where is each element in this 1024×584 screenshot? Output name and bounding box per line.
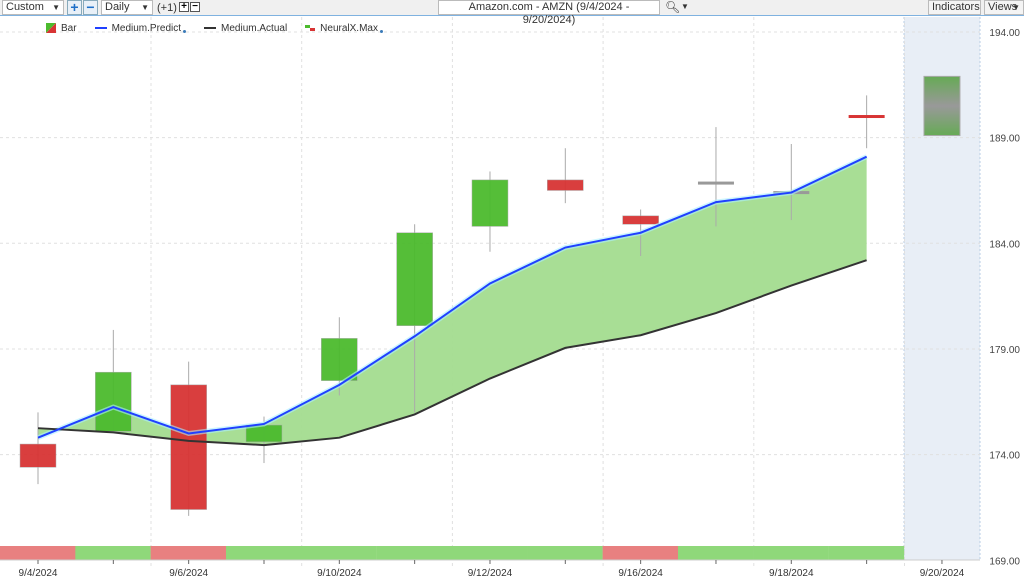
y-tick-label: 174.00 xyxy=(989,451,1020,462)
candle-body xyxy=(622,215,659,225)
candle-body xyxy=(471,179,509,227)
x-tick-label: 9/18/2024 xyxy=(769,568,814,579)
neuralx-strip-cell xyxy=(150,546,227,560)
x-tick-label: 9/12/2024 xyxy=(468,568,513,579)
price-chart[interactable]: 194.00 189.00 184.00 179.00 174.00 169.00 9/4/… xyxy=(0,0,1024,584)
legend-label: Medium.Predict xyxy=(111,22,182,34)
legend-neuralx[interactable]: NeuralX.Max xyxy=(305,23,383,34)
neuralx-strip-cell xyxy=(527,546,603,560)
candle-body xyxy=(697,181,734,185)
y-tick-label: 194.00 xyxy=(989,28,1020,39)
candle-body xyxy=(170,384,207,510)
neuralx-strip-cell xyxy=(0,546,76,560)
legend-actual[interactable]: Medium.Actual xyxy=(204,23,287,34)
x-tick-label: 9/10/2024 xyxy=(317,568,362,579)
candle-body xyxy=(396,232,433,326)
neuralx-strip-cell xyxy=(75,546,151,560)
x-tick-label: 9/20/2024 xyxy=(920,568,965,579)
neuralx-strip-cell xyxy=(451,546,528,560)
legend-bar[interactable]: Bar xyxy=(46,23,77,34)
y-tick-label: 189.00 xyxy=(989,134,1020,145)
candle-body xyxy=(95,371,132,432)
candle-body xyxy=(547,179,584,191)
neuralx-strip-cell xyxy=(828,546,905,560)
neuralx-strip-cell xyxy=(602,546,679,560)
x-tick-label: 9/6/2024 xyxy=(169,568,208,579)
y-tick-label: 169.00 xyxy=(989,556,1020,567)
y-tick-label: 179.00 xyxy=(989,345,1020,356)
x-tick-label: 9/16/2024 xyxy=(618,568,663,579)
neuralx-strip-cell xyxy=(225,546,302,560)
candle-body xyxy=(19,443,57,468)
neuralx-strip-cell xyxy=(677,546,754,560)
y-tick-label: 184.00 xyxy=(989,239,1020,250)
legend-label: Bar xyxy=(61,22,77,34)
neuralx-strip-cell xyxy=(301,546,377,560)
neuralx-strip-cell xyxy=(376,546,453,560)
candle-body xyxy=(848,115,885,119)
neuralx-strip-cell xyxy=(753,546,829,560)
legend-label: NeuralX.Max xyxy=(320,22,378,34)
x-tick-label: 9/4/2024 xyxy=(19,568,58,579)
legend-predict[interactable]: Medium.Predict xyxy=(94,22,187,34)
forecast-candle xyxy=(923,75,961,137)
legend-label: Medium.Actual xyxy=(221,22,288,34)
legend: Bar Medium.Predict Medium.Actual NeuralX… xyxy=(46,22,383,34)
